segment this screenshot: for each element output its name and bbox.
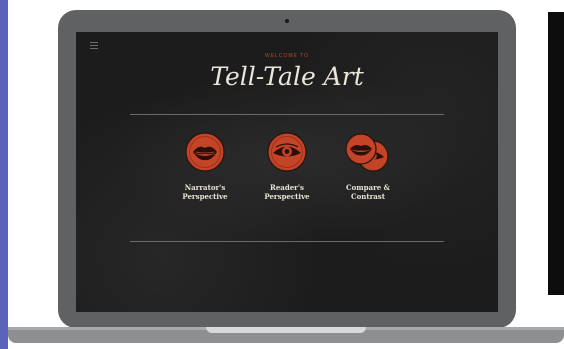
laptop-base — [8, 327, 564, 343]
app-title: Tell-Tale Art — [210, 62, 364, 91]
compare-contrast-option[interactable]: Compare & Contrast — [325, 132, 411, 201]
camera-dot — [285, 19, 289, 23]
narrators-perspective-option[interactable]: Narrator's Perspective — [162, 132, 248, 201]
mouth-icon — [185, 132, 225, 172]
option-label-line1: Compare & — [346, 183, 390, 192]
mouth-and-eye-icon — [345, 132, 389, 172]
option-label-line1: Narrator's — [184, 183, 226, 192]
hamburger-menu-icon[interactable] — [90, 42, 98, 49]
app-screen: WELCOME TO Tell-Tale Art Narrator's Pers… — [76, 32, 498, 312]
adjacent-dark-panel — [548, 12, 564, 295]
readers-perspective-option[interactable]: Reader's Perspective — [244, 132, 330, 201]
laptop-notch — [206, 327, 366, 333]
bottom-divider — [130, 241, 444, 242]
option-label-line1: Reader's — [270, 183, 304, 192]
left-accent-strip — [0, 0, 8, 349]
top-divider — [130, 114, 444, 115]
eye-icon — [267, 132, 307, 172]
option-label-line2: Perspective — [182, 192, 228, 201]
welcome-label: WELCOME TO — [265, 53, 309, 59]
option-label-line2: Contrast — [351, 192, 385, 201]
laptop-lid: WELCOME TO Tell-Tale Art Narrator's Pers… — [58, 10, 516, 328]
option-label-line2: Perspective — [264, 192, 310, 201]
